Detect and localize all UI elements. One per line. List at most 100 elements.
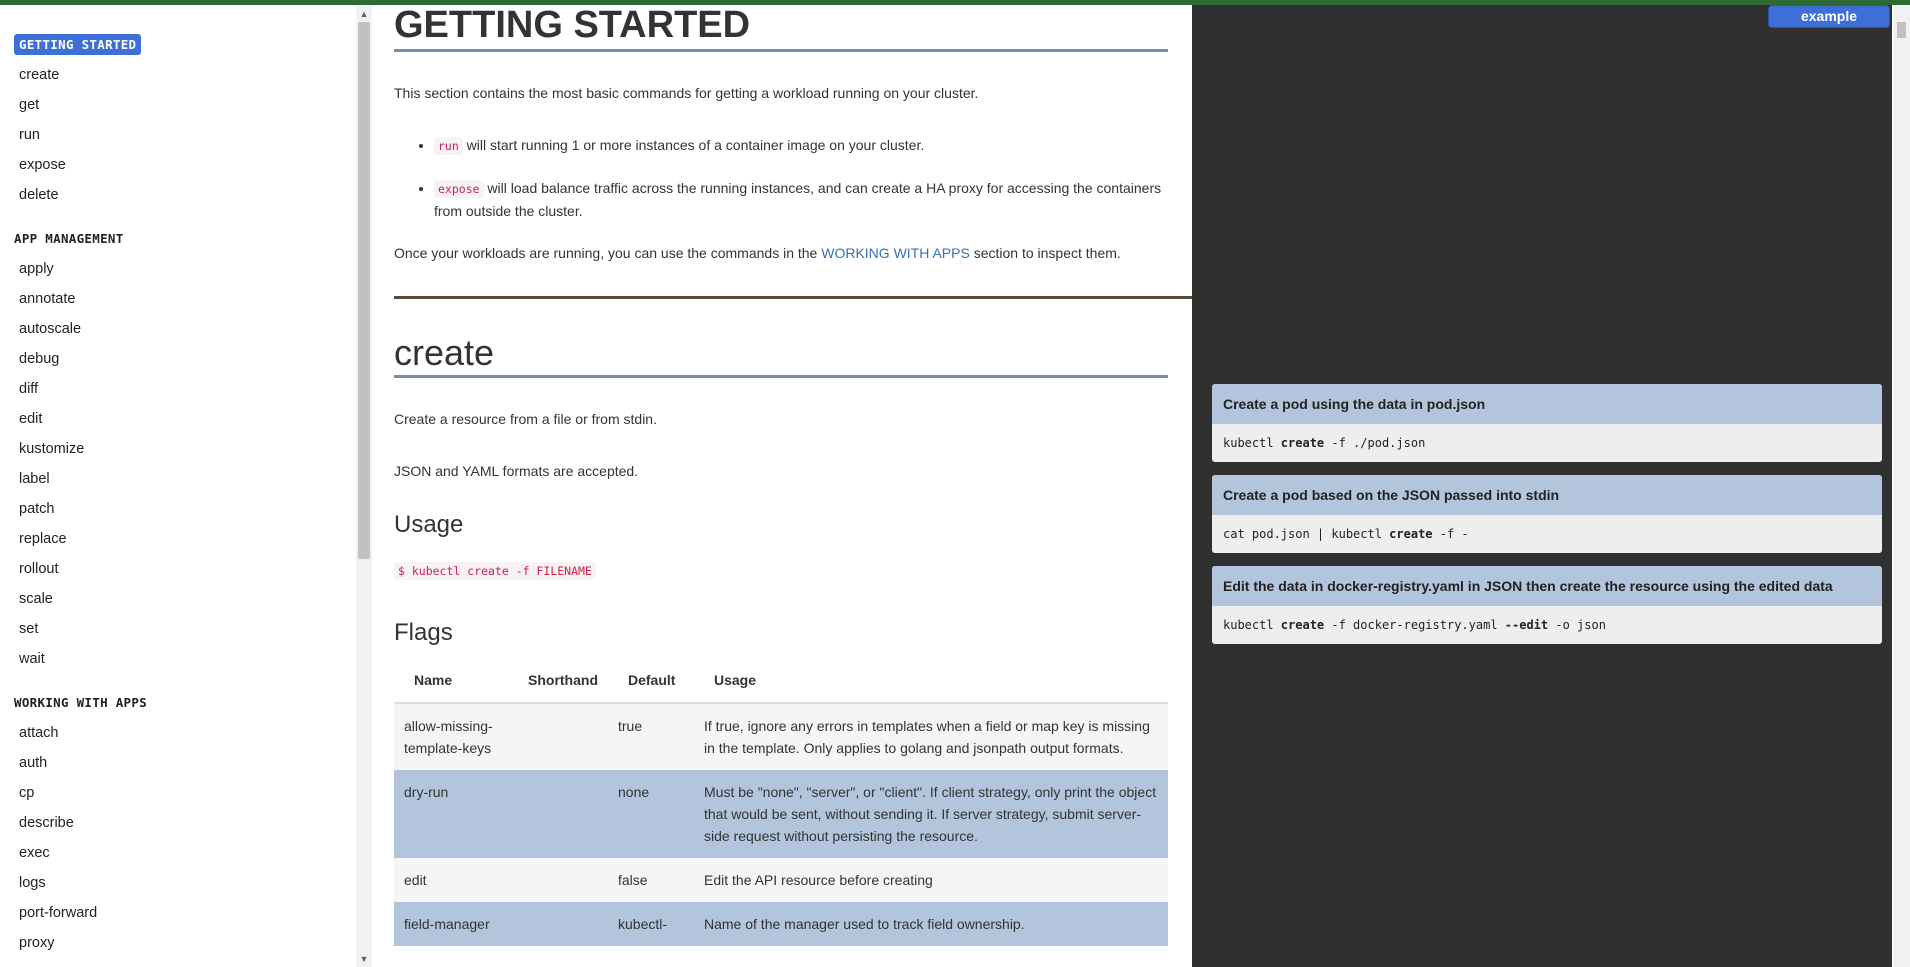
scroll-up-arrow-icon[interactable]: ▲ [358,8,370,20]
cell-default: true [608,703,694,770]
sidebar-item-rollout[interactable]: rollout [14,554,344,584]
cell-default: kubectl- [608,902,694,946]
sidebar-nav: GETTING STARTED create get run expose delete A… [0,5,360,967]
cell-name: allow-missing-template-keys [394,703,508,770]
getting-started-section: GETTING STARTED This section contains th… [394,5,1168,264]
example-code[interactable]: kubectl create -f docker-registry.yaml -… [1212,606,1882,644]
code-part: -f docker-registry.yaml [1324,618,1505,632]
sidebar-item-autoscale[interactable]: autoscale [14,314,344,344]
sidebar-item-proxy[interactable]: proxy [14,928,344,958]
code-part: kubectl [1223,436,1281,450]
table-row: field-manager kubectl- Name of the manager… [394,902,1168,946]
example-title: Create a pod based on the JSON passed in… [1212,475,1882,515]
code-expose: expose [434,180,484,198]
code-part: cat pod.json | kubectl [1223,527,1390,541]
cell-name: edit [394,858,508,902]
example-card: Create a pod based on the JSON passed in… [1212,475,1882,553]
intro-text: This section contains the most basic com… [394,85,979,101]
sidebar-item-port-forward[interactable]: port-forward [14,898,344,928]
sidebar-item-wait[interactable]: wait [14,644,344,674]
flags-table: Name Shorthand Default Usage allow-missi… [394,658,1168,946]
col-usage: Usage [694,658,1168,704]
sidebar-item-delete[interactable]: delete [14,180,344,210]
main-content: GETTING STARTED This section contains th… [374,5,1192,967]
sidebar-item-debug[interactable]: debug [14,344,344,374]
code-flag: --edit [1504,618,1549,632]
usage-heading: Usage [394,511,464,538]
sidebar-item-kustomize[interactable]: kustomize [14,434,344,464]
code-part: kubectl [1223,618,1281,632]
sidebar-item-get[interactable]: get [14,90,344,120]
flags-heading: Flags [394,619,453,646]
list-item: run will start running 1 or more instanc… [434,134,1168,157]
example-toggle-button[interactable]: example [1768,5,1890,28]
working-with-apps-link[interactable]: WORKING WITH APPS [821,245,970,261]
sidebar-item-run[interactable]: run [14,120,344,150]
sidebar-content: GETTING STARTED create get run expose delete A… [14,30,344,967]
page-scroll-thumb[interactable] [1897,22,1906,38]
example-code[interactable]: kubectl create -f ./pod.json [1212,424,1882,462]
usage-code: $ kubectl create -f FILENAME [394,562,596,580]
code-keyword: create [1389,527,1433,541]
sidebar-item-expose[interactable]: expose [14,150,344,180]
list-item-text: will load balance traffic across the run… [434,180,1162,219]
cell-shorthand [508,858,608,902]
col-shorthand: Shorthand [508,658,608,704]
sidebar-item-create[interactable]: create [14,60,344,90]
example-code[interactable]: cat pod.json | kubectl create -f - [1212,515,1882,553]
col-name: Name [394,658,508,704]
sidebar-section-working-with-apps[interactable]: WORKING WITH APPS [14,688,344,718]
sidebar-item-replace[interactable]: replace [14,524,344,554]
sidebar-item-top[interactable]: top [14,958,344,967]
table-row: edit false Edit the API resource before cr… [394,858,1168,902]
create-section: create Create a resource from a file or … [394,333,1168,946]
sidebar-item-label[interactable]: label [14,464,344,494]
sidebar-section-label: WORKING WITH APPS [14,695,148,710]
code-part: -o json [1548,618,1606,632]
create-underline [394,375,1168,378]
sidebar-item-annotate[interactable]: annotate [14,284,344,314]
example-card: Create a pod using the data in pod.json … [1212,384,1882,462]
sidebar-item-apply[interactable]: apply [14,254,344,284]
sidebar-item-patch[interactable]: patch [14,494,344,524]
sidebar-item-scale[interactable]: scale [14,584,344,614]
sidebar-item-describe[interactable]: describe [14,808,344,838]
sidebar-item-attach[interactable]: attach [14,718,344,748]
page-scrollbar[interactable] [1893,5,1910,967]
sidebar-section-app-management[interactable]: APP MANAGEMENT [14,224,344,254]
cell-name: field-manager [394,902,508,946]
cell-usage: If true, ignore any errors in templates … [694,703,1168,770]
scroll-down-arrow-icon[interactable]: ▼ [358,953,370,965]
example-card: Edit the data in docker-registry.yaml in… [1212,566,1882,644]
create-desc: Create a resource from a file or from st… [394,411,657,427]
sidebar-item-diff[interactable]: diff [14,374,344,404]
cell-shorthand [508,902,608,946]
code-keyword: create [1280,618,1325,632]
cell-default: false [608,858,694,902]
cell-usage: Name of the manager used to track field … [694,902,1168,946]
cell-default: none [608,770,694,858]
sidebar-section-getting-started[interactable]: GETTING STARTED [14,30,344,60]
sidebar-scroll-thumb[interactable] [358,22,370,559]
page-title: GETTING STARTED [394,5,751,46]
command-list: run will start running 1 or more instanc… [394,134,1168,222]
sidebar-item-set[interactable]: set [14,614,344,644]
cell-usage: Must be "none", "server", or "client". I… [694,770,1168,858]
sidebar-section-label: APP MANAGEMENT [14,231,124,246]
table-header-row: Name Shorthand Default Usage [394,658,1168,704]
example-title: Edit the data in docker-registry.yaml in… [1212,566,1882,606]
title-underline [394,49,1168,52]
sidebar-item-edit[interactable]: edit [14,404,344,434]
sidebar-item-cp[interactable]: cp [14,778,344,808]
code-keyword: create [1280,436,1325,450]
example-title: Create a pod using the data in pod.json [1212,384,1882,424]
sidebar-item-logs[interactable]: logs [14,868,344,898]
cell-shorthand [508,703,608,770]
cell-shorthand [508,770,608,858]
table-row: dry-run none Must be "none", "server", or … [394,770,1168,858]
cell-usage: Edit the API resource before creating [694,858,1168,902]
sidebar-item-exec[interactable]: exec [14,838,344,868]
sidebar-item-auth[interactable]: auth [14,748,344,778]
col-default: Default [608,658,694,704]
